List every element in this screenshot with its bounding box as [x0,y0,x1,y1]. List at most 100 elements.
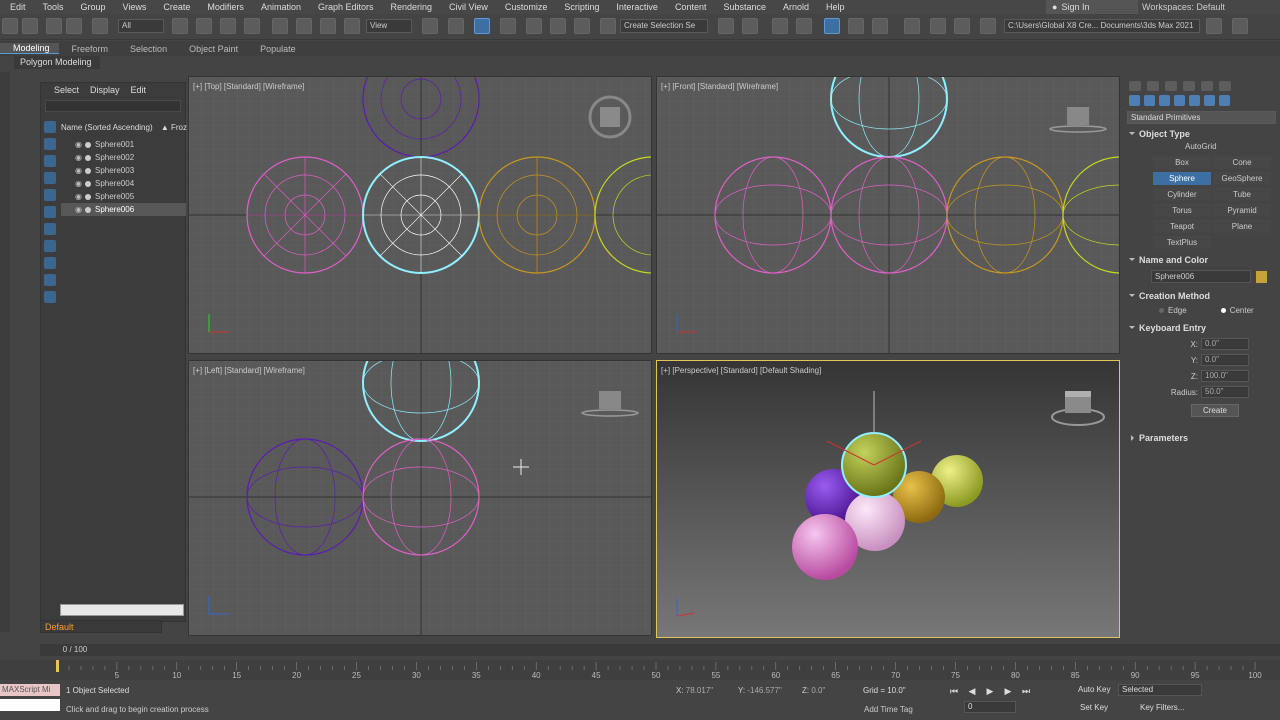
spinner-snap-icon[interactable] [574,18,590,34]
render-toggle-icon[interactable] [85,180,91,187]
display-tab-icon[interactable] [1201,81,1213,91]
scene-object-name[interactable]: Sphere006 [95,205,134,214]
y-coordinate[interactable]: Y: -146.577" [738,686,782,695]
object-name-field[interactable]: Sphere006 [1151,270,1251,283]
visibility-eye-icon[interactable]: ◉ [75,192,85,201]
sign-in-dropdown[interactable]: ● Sign In [1046,0,1138,14]
edit-named-selection-icon[interactable] [600,18,616,34]
autogrid-checkbox[interactable]: AutoGrid [1123,142,1280,154]
visibility-eye-icon[interactable]: ◉ [75,153,85,162]
creation-method-radio-center[interactable]: Center [1221,306,1254,315]
viewport-perspective-label[interactable]: [+] [Perspective] [Standard] [Default Sh… [661,366,821,375]
render-toggle-icon[interactable] [85,167,91,174]
named-selection-sets-dropdown[interactable]: Create Selection Se [620,19,708,33]
render-toggle-icon[interactable] [85,154,91,161]
primitive-button-pyramid[interactable]: Pyramid [1213,204,1271,217]
motion-tab-icon[interactable] [1183,81,1195,91]
scene-object-row[interactable]: ◉ Sphere004 [61,177,186,190]
render-toggle-icon[interactable] [85,193,91,200]
kb-radius-spinner[interactable]: 50.0" [1201,386,1249,398]
frame-counter[interactable]: 0 / 100 [40,644,110,656]
go-to-start-icon[interactable]: ⏮ [948,685,960,697]
mirror-icon[interactable] [718,18,734,34]
select-by-name-icon[interactable] [196,18,212,34]
maxscript-listener-input[interactable]: MAXScript Mi [0,684,60,696]
window-crossing-icon[interactable] [244,18,260,34]
track-bar[interactable]: 5 10 15 20 25 30 35 40 45 50 55 60 65 70 75 80 85 90 95 100 [0,660,1280,680]
display-xrefs-icon[interactable] [44,257,56,269]
open-explorer-icon[interactable] [1206,18,1222,34]
menu-modifiers[interactable]: Modifiers [197,2,251,12]
primitive-button-sphere[interactable]: Sphere [1153,172,1211,185]
primitive-button-teapot[interactable]: Teapot [1153,220,1211,233]
systems-icon[interactable] [1219,95,1230,106]
primitive-button-box[interactable]: Box [1153,156,1211,169]
scene-object-row[interactable]: ◉ Sphere005 [61,190,186,203]
snaps-toggle-icon[interactable] [500,18,516,34]
display-all-icon[interactable] [44,291,56,303]
menu-views[interactable]: Views [113,2,154,12]
menu-substance[interactable]: Substance [713,2,773,12]
material-editor-icon[interactable] [904,18,920,34]
scene-object-row[interactable]: ◉ Sphere003 [61,164,186,177]
sphere006-wireframe-selected[interactable] [362,156,480,274]
viewport-top[interactable]: [+] [Top] [Standard] [Wireframe] [188,76,652,354]
keyboard-shortcut-override-icon[interactable] [474,18,490,34]
scene-explorer-menu-edit[interactable]: Edit [128,85,155,95]
name-and-color-rollout[interactable]: Name and Color [1123,253,1280,268]
menu-help[interactable]: Help [816,2,852,12]
hierarchy-tab-icon[interactable] [1165,81,1177,91]
select-object-icon[interactable] [172,18,188,34]
display-helpers-icon[interactable] [44,206,56,218]
scene-object-name[interactable]: Sphere003 [95,166,134,175]
display-geometry-icon[interactable] [44,138,56,150]
cameras-icon[interactable] [1174,95,1185,106]
kb-z-spinner[interactable]: 100.0" [1201,370,1249,382]
auto-key-button[interactable]: Auto Key [1078,685,1110,694]
menu-tools[interactable]: Tools [33,2,71,12]
x-value[interactable]: 78.017" [686,686,713,695]
viewport-layout-strip[interactable] [0,72,10,632]
place-icon[interactable] [344,18,360,34]
render-toggle-icon[interactable] [85,141,91,148]
time-slider-handle[interactable] [56,660,59,672]
object-type-rollout[interactable]: Object Type [1123,127,1280,142]
primitive-button-geosphere[interactable]: GeoSphere [1213,172,1271,185]
object-color-swatch[interactable] [1256,270,1267,283]
toggle-scene-explorer-icon[interactable] [772,18,788,34]
display-shapes-icon[interactable] [44,155,56,167]
primitive-button-tube[interactable]: Tube [1213,188,1271,201]
freeze-column-header[interactable]: ▲ Froz [161,123,187,132]
keyboard-entry-rollout[interactable]: Keyboard Entry [1123,321,1280,336]
helpers-icon[interactable] [1189,95,1200,106]
creation-method-rollout[interactable]: Creation Method [1123,289,1280,304]
create-tab-icon[interactable] [1129,81,1141,91]
menu-animation[interactable]: Animation [251,2,308,12]
bind-space-warp-icon[interactable] [92,18,108,34]
primitive-button-plane[interactable]: Plane [1213,220,1271,233]
lights-icon[interactable] [1159,95,1170,106]
ribbon-tab-freeform[interactable]: Freeform [59,44,118,54]
menu-scripting[interactable]: Scripting [554,2,606,12]
parameters-rollout[interactable]: Parameters [1123,431,1280,446]
name-column-header[interactable]: Name (Sorted Ascending) [61,123,153,132]
primitive-button-torus[interactable]: Torus [1153,204,1211,217]
scene-explorer-horizontal-scrollbar[interactable] [60,604,184,616]
primitive-button-textplus[interactable]: TextPlus [1153,236,1211,249]
scene-object-row[interactable]: ◉ Sphere001 [61,138,186,151]
visibility-eye-icon[interactable]: ◉ [75,166,85,175]
menu-interactive[interactable]: Interactive [606,2,665,12]
scene-explorer-search-input[interactable] [45,100,181,112]
scene-object-name[interactable]: Sphere005 [95,192,134,201]
display-spacewarps-icon[interactable] [44,223,56,235]
rendered-frame-window-icon[interactable] [954,18,970,34]
go-to-end-icon[interactable]: ⏭ [1020,685,1032,697]
next-frame-icon[interactable]: ▶ [1002,685,1014,697]
menu-create[interactable]: Create [153,2,197,12]
display-cameras-icon[interactable] [44,189,56,201]
scene-object-name[interactable]: Sphere001 [95,140,134,149]
toggle-layer-explorer-icon[interactable] [796,18,812,34]
link-icon[interactable] [46,18,62,34]
selection-region-icon[interactable] [220,18,236,34]
viewport-left-label[interactable]: [+] [Left] [Standard] [Wireframe] [193,366,305,375]
